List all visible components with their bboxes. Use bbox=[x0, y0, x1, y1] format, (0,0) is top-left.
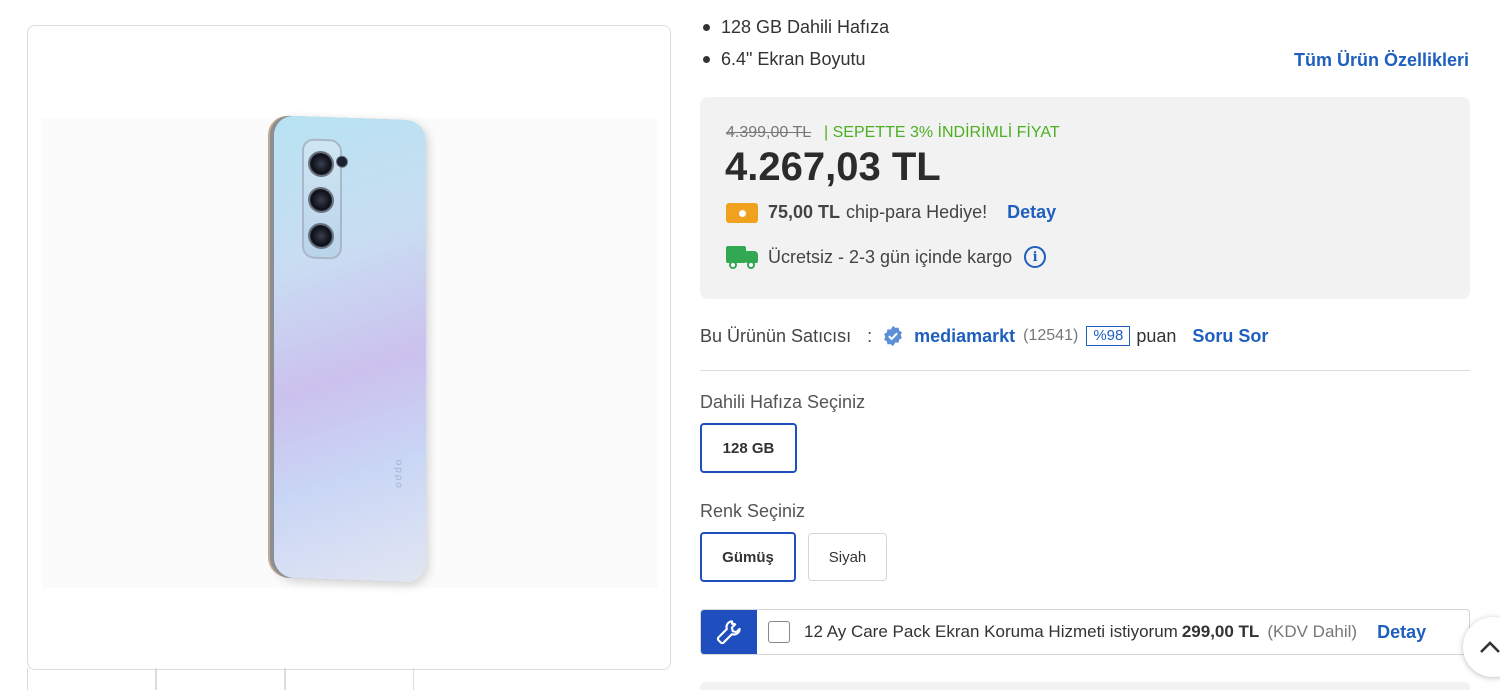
color-option-siyah[interactable]: Siyah bbox=[808, 533, 887, 581]
seller-row: Bu Ürünün Satıcısı : mediamarkt (12541) … bbox=[700, 322, 1268, 350]
truck-icon bbox=[726, 246, 758, 269]
chip-para-icon bbox=[726, 202, 758, 223]
ask-question-link[interactable]: Soru Sor bbox=[1192, 326, 1268, 347]
info-icon[interactable]: i bbox=[1024, 246, 1047, 268]
care-pack-price: 299,00 TL bbox=[1181, 622, 1260, 641]
memory-title: Dahili Hafıza Seçiniz bbox=[700, 392, 866, 412]
chip-text: chip-para Hediye! bbox=[846, 202, 988, 222]
care-pack-detail-link[interactable]: Detay bbox=[1377, 622, 1426, 643]
spec-item: 6.4" Ekran Boyutu bbox=[700, 48, 889, 80]
product-image[interactable]: oppo bbox=[42, 115, 658, 588]
divider bbox=[700, 370, 1470, 371]
seller-name-link[interactable]: mediamarkt bbox=[914, 326, 1015, 347]
product-gallery: oppo bbox=[27, 25, 671, 670]
camera-module bbox=[302, 138, 348, 260]
care-pack-text: 12 Ay Care Pack Ekran Koruma Hizmeti ist… bbox=[804, 622, 1178, 641]
camera-sensor bbox=[336, 155, 348, 168]
thumbnail[interactable] bbox=[27, 668, 156, 690]
chip-amount: 75,00 TL bbox=[768, 202, 841, 222]
spec-list: 128 GB Dahili Hafıza 6.4" Ekran Boyutu bbox=[700, 16, 889, 80]
color-option-gumus[interactable]: Gümüş bbox=[700, 532, 796, 582]
seller-label: Bu Ürünün Satıcısı bbox=[700, 325, 852, 346]
next-section-edge bbox=[700, 682, 1470, 690]
wrench-icon bbox=[701, 610, 757, 654]
all-features-link[interactable]: Tüm Ürün Özellikleri bbox=[1294, 50, 1469, 71]
color-title: Renk Seçiniz bbox=[700, 501, 806, 521]
brand-mark: oppo bbox=[393, 459, 404, 491]
chip-detail-link[interactable]: Detay bbox=[1007, 202, 1056, 223]
seller-score-label: puan bbox=[1136, 325, 1177, 346]
care-pack-row: 12 Ay Care Pack Ekran Koruma Hizmeti ist… bbox=[700, 609, 1470, 655]
seller-score-badge: %98 bbox=[1086, 326, 1131, 346]
tax-note: (KDV Dahil) bbox=[1267, 622, 1358, 641]
shipping-text: Ücretsiz - 2-3 gün içinde kargo bbox=[768, 246, 1013, 267]
verified-badge-icon bbox=[884, 325, 902, 347]
memory-option-128gb[interactable]: 128 GB bbox=[700, 423, 797, 473]
camera-lens bbox=[308, 222, 334, 250]
care-pack-checkbox[interactable] bbox=[768, 621, 790, 643]
shipping-row: Ücretsiz - 2-3 gün içinde kargo i bbox=[726, 246, 1047, 269]
current-price: 4.267,03 TL bbox=[725, 145, 941, 189]
price-box: 4.399,00 TL | SEPETTE 3% İNDİRİMLİ FİYAT… bbox=[700, 97, 1470, 299]
old-price: 4.399,00 TL bbox=[726, 124, 812, 141]
spec-item: 128 GB Dahili Hafıza bbox=[700, 16, 889, 48]
seller-rating-count: (12541) bbox=[1023, 327, 1079, 344]
camera-lens bbox=[308, 186, 334, 214]
promo-label: | SEPETTE 3% İNDİRİMLİ FİYAT bbox=[824, 124, 1060, 141]
seller-colon: : bbox=[867, 325, 873, 346]
chip-para-row: 75,00 TL chip-para Hediye! Detay bbox=[726, 202, 1056, 223]
thumbnail-strip bbox=[27, 668, 427, 690]
camera-lens bbox=[308, 150, 334, 178]
thumbnail[interactable] bbox=[285, 668, 414, 690]
thumbnail[interactable] bbox=[156, 668, 285, 690]
chevron-up-icon bbox=[1480, 641, 1500, 653]
phone-back-render: oppo bbox=[274, 115, 426, 583]
